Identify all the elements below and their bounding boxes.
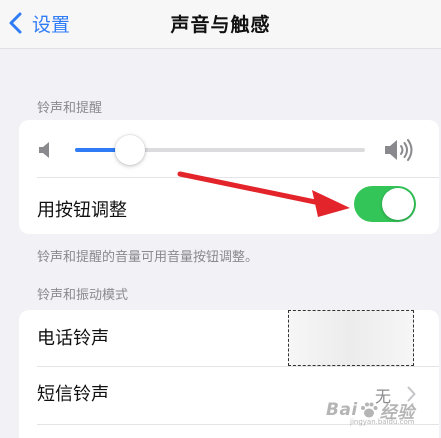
volume-slider-knob[interactable]: [115, 135, 146, 165]
navigation-bar: 设置 声音与触感: [0, 0, 441, 48]
section-header-patterns: 铃声和振动模式: [37, 288, 129, 303]
page-title: 声音与触感: [170, 14, 271, 36]
adjust-with-buttons-toggle[interactable]: [354, 186, 416, 222]
ringer-section-footer: 铃声和提醒的音量可用音量按钮调整。: [37, 250, 259, 265]
speaker-low-icon: [39, 142, 49, 158]
baidu-watermark: Bai 经验 jingyan.baidu.com: [326, 388, 440, 432]
ringtone-row-label[interactable]: 电话铃声: [37, 324, 109, 350]
redacted-ringtone-value: [288, 310, 414, 366]
text-tone-row-label[interactable]: 短信铃声: [37, 380, 109, 406]
row-divider: [37, 366, 439, 367]
watermark-text-left: Bai: [326, 400, 358, 420]
adjust-with-buttons-label: 用按钮调整: [37, 200, 127, 221]
speaker-high-icon: [385, 139, 413, 161]
toggle-knob: [382, 188, 414, 220]
row-divider: [37, 177, 439, 178]
paw-icon: [360, 402, 378, 418]
navbar-divider: [0, 48, 441, 49]
ringer-volume-card: 用按钮调整: [19, 120, 439, 234]
volume-slider[interactable]: [75, 135, 365, 165]
watermark-subtext: jingyan.baidu.com: [350, 418, 415, 426]
section-header-ringer: 铃声和提醒: [37, 101, 103, 116]
